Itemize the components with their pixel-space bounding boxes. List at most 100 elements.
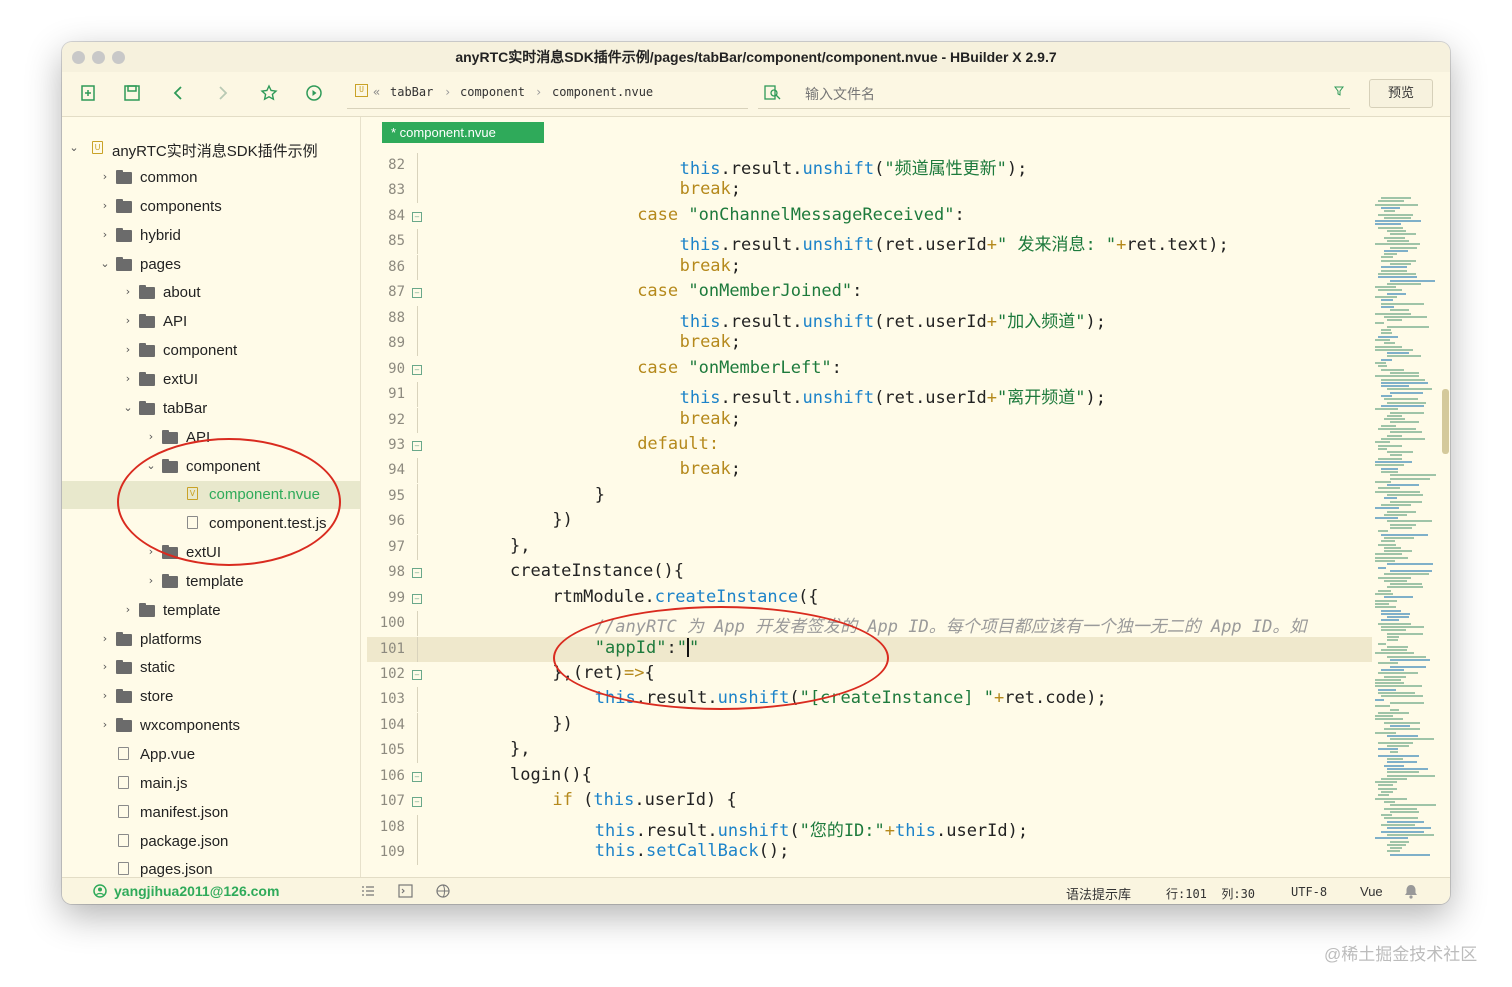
code-line[interactable]: 95} bbox=[367, 483, 1372, 509]
plugin-icon[interactable] bbox=[435, 883, 451, 899]
vertical-scrollbar[interactable] bbox=[1442, 389, 1449, 454]
breadcrumb-item-component[interactable]: component bbox=[460, 85, 525, 99]
file-search-box[interactable]: 输入文件名 bbox=[758, 78, 1350, 109]
tree-item[interactable]: › template bbox=[62, 597, 360, 625]
bell-icon[interactable] bbox=[1404, 884, 1418, 899]
code-text[interactable]: break; bbox=[680, 179, 741, 199]
fold-toggle-icon[interactable]: − bbox=[412, 797, 422, 808]
fold-toggle-icon[interactable]: − bbox=[412, 771, 422, 782]
tree-project-root[interactable]: ⌄ U anyRTC实时消息SDK插件示例 bbox=[62, 135, 360, 163]
code-line[interactable]: 99− rtmModule.createInstance({ bbox=[367, 586, 1372, 611]
code-editor[interactable]: * component.nvue 82 this.result.unshift("… bbox=[367, 117, 1450, 877]
fold-toggle-icon[interactable]: − bbox=[412, 211, 422, 222]
tree-item[interactable]: › template bbox=[62, 568, 360, 596]
code-line[interactable]: 87− case "onMemberJoined": bbox=[367, 280, 1372, 305]
code-line[interactable]: 109 this.setCallBack(); bbox=[367, 840, 1372, 866]
code-line[interactable]: 98− createInstance(){ bbox=[367, 560, 1372, 585]
code-text[interactable]: }, bbox=[510, 739, 530, 759]
tree-item[interactable]: ⌄ tabBar bbox=[62, 395, 360, 423]
code-line[interactable]: 82 this.result.unshift("频道属性更新"); bbox=[367, 153, 1372, 179]
chevron-right-icon[interactable]: › bbox=[99, 660, 111, 674]
filter-icon[interactable] bbox=[1334, 86, 1344, 96]
run-icon[interactable] bbox=[302, 81, 326, 105]
cursor-position[interactable]: 行:101 列:30 bbox=[1166, 885, 1255, 902]
code-line[interactable]: 108 this.result.unshift("您的ID:"+this.user… bbox=[367, 814, 1372, 841]
code-line[interactable]: 91 this.result.unshift(ret.userId+"离开频道")… bbox=[367, 382, 1372, 408]
code-text[interactable]: if (this.userId) { bbox=[552, 790, 736, 810]
code-text[interactable]: break; bbox=[680, 409, 741, 429]
code-text[interactable]: this.setCallBack(); bbox=[595, 841, 790, 861]
code-line[interactable]: 88 this.result.unshift(ret.userId+"加入频道")… bbox=[367, 305, 1372, 332]
chevron-down-icon[interactable]: ⌄ bbox=[122, 401, 134, 415]
code-line[interactable]: 85 this.result.unshift(ret.userId+" 发来消息:… bbox=[367, 229, 1372, 255]
code-line[interactable]: 84− case "onChannelMessageReceived": bbox=[367, 204, 1372, 229]
chevron-right-icon[interactable]: › bbox=[122, 314, 134, 328]
code-text[interactable]: default: bbox=[637, 434, 719, 454]
code-text[interactable]: }, bbox=[510, 536, 530, 556]
code-text[interactable]: }) bbox=[552, 510, 572, 530]
tree-item[interactable]: › extUI bbox=[62, 366, 360, 394]
fold-toggle-icon[interactable]: − bbox=[412, 440, 422, 451]
save-icon[interactable] bbox=[120, 81, 144, 105]
tree-item[interactable]: › hybrid bbox=[62, 222, 360, 250]
chevron-right-icon[interactable]: › bbox=[99, 689, 111, 703]
code-line[interactable]: 104}) bbox=[367, 712, 1372, 738]
chevron-right-icon[interactable]: › bbox=[122, 285, 134, 299]
fold-toggle-icon[interactable]: − bbox=[412, 670, 422, 680]
code-line[interactable]: 100//anyRTC 为 App 开发者签发的 App ID。每个项目都应该有… bbox=[367, 611, 1372, 637]
terminal-icon[interactable] bbox=[398, 884, 413, 898]
chevron-right-icon[interactable]: › bbox=[99, 199, 111, 213]
tree-item[interactable]: › API bbox=[62, 308, 360, 336]
code-text[interactable]: this.result.unshift(ret.userId+" 发来消息: "… bbox=[680, 230, 1229, 255]
fold-toggle-icon[interactable]: − bbox=[412, 364, 422, 375]
code-line[interactable]: 93− default: bbox=[367, 433, 1372, 458]
chevron-right-icon[interactable]: › bbox=[99, 170, 111, 184]
code-area[interactable]: 82 this.result.unshift("频道属性更新"); 83 break;… bbox=[367, 153, 1372, 877]
code-text[interactable]: case "onChannelMessageReceived": bbox=[637, 205, 965, 225]
code-text[interactable]: break; bbox=[680, 256, 741, 276]
chevron-down-icon[interactable]: ⌄ bbox=[68, 141, 80, 155]
code-text[interactable]: case "onMemberLeft": bbox=[637, 358, 842, 378]
forward-icon[interactable] bbox=[211, 81, 235, 105]
breadcrumb-item-file[interactable]: component.nvue bbox=[552, 85, 653, 99]
code-line[interactable]: 103 this.result.unshift("[createInstance]… bbox=[367, 687, 1372, 713]
code-line[interactable]: 89 break; bbox=[367, 331, 1372, 357]
tree-item[interactable]: ⌄ pages bbox=[62, 251, 360, 279]
tree-item[interactable]: main.js bbox=[62, 770, 360, 798]
chevron-right-icon[interactable]: › bbox=[99, 632, 111, 646]
code-text[interactable]: this.result.unshift(ret.userId+"加入频道"); bbox=[680, 307, 1106, 332]
new-file-icon[interactable] bbox=[76, 81, 100, 105]
tree-item[interactable]: › wxcomponents bbox=[62, 712, 360, 740]
chevron-right-icon[interactable]: › bbox=[122, 343, 134, 357]
encoding[interactable]: UTF-8 bbox=[1291, 885, 1327, 899]
star-icon[interactable] bbox=[257, 81, 281, 105]
tree-item[interactable]: App.vue bbox=[62, 741, 360, 769]
tree-item[interactable]: › store bbox=[62, 683, 360, 711]
chevron-down-icon[interactable]: ⌄ bbox=[99, 257, 111, 271]
language-mode[interactable]: Vue bbox=[1360, 884, 1383, 899]
code-line[interactable]: 94 break; bbox=[367, 458, 1372, 484]
chevron-right-icon[interactable]: › bbox=[99, 718, 111, 732]
tree-item[interactable]: › component bbox=[62, 337, 360, 365]
code-line[interactable]: 97}, bbox=[367, 534, 1372, 560]
tree-item[interactable]: manifest.json bbox=[62, 799, 360, 827]
code-line[interactable]: 86 break; bbox=[367, 254, 1372, 280]
code-text[interactable]: this.result.unshift("频道属性更新"); bbox=[680, 154, 1028, 179]
back-icon[interactable] bbox=[166, 81, 190, 105]
code-text[interactable]: break; bbox=[680, 459, 741, 479]
chevron-right-icon[interactable]: › bbox=[145, 574, 157, 588]
code-text[interactable]: }) bbox=[552, 714, 572, 734]
chevron-right-icon[interactable]: › bbox=[122, 603, 134, 617]
breadcrumb-item-tabbar[interactable]: tabBar bbox=[390, 85, 433, 99]
user-account[interactable]: yangjihua2011@126.com bbox=[114, 883, 279, 899]
chevron-right-icon[interactable]: › bbox=[99, 228, 111, 242]
code-text[interactable]: this.result.unshift(ret.userId+"离开频道"); bbox=[680, 383, 1106, 408]
tab-component-nvue[interactable]: * component.nvue bbox=[382, 122, 544, 143]
minimap[interactable] bbox=[1375, 197, 1440, 877]
fold-toggle-icon[interactable]: − bbox=[412, 593, 422, 604]
code-text[interactable]: createInstance(){ bbox=[510, 561, 684, 581]
tree-item[interactable]: › components bbox=[62, 193, 360, 221]
code-text[interactable]: this.result.unshift("您的ID:"+this.userId)… bbox=[595, 816, 1028, 841]
code-line[interactable]: 107− if (this.userId) { bbox=[367, 789, 1372, 814]
code-line[interactable]: 106− login(){ bbox=[367, 764, 1372, 789]
